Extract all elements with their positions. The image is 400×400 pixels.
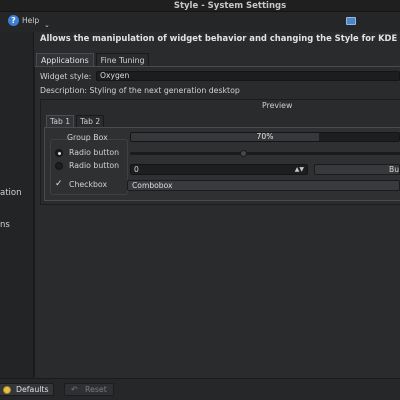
button-bar: [0, 378, 400, 400]
radio-button-2[interactable]: [55, 162, 63, 170]
widget-style-combobox[interactable]: Oxygen: [96, 71, 400, 81]
defaults-icon: [3, 386, 11, 394]
style-description: Description: Styling of the next generat…: [40, 86, 240, 95]
window-icon[interactable]: [346, 17, 356, 25]
page-header: Allows the manipulation of widget behavi…: [40, 33, 398, 43]
slider-groove[interactable]: [130, 152, 400, 155]
push-button-label: Bu: [389, 165, 400, 174]
radio-button-2-label: Radio button: [69, 161, 120, 170]
reset-label: Reset: [85, 385, 107, 394]
toolbar: [0, 12, 400, 32]
progress-bar: 70%: [130, 132, 400, 142]
sidebar-item-label[interactable]: ation: [0, 188, 22, 198]
spinbox-arrows-icon[interactable]: ▲▼: [295, 165, 304, 174]
preview-title: Preview: [262, 101, 293, 110]
defaults-button[interactable]: Defaults: [0, 383, 54, 396]
preview-combobox[interactable]: Combobox: [127, 180, 400, 191]
group-box-title: Group Box: [67, 133, 108, 142]
radio-button-1-label: Radio button: [69, 148, 120, 157]
tab-label: Tab 1: [50, 117, 71, 126]
preview-tab-1[interactable]: Tab 1: [46, 115, 75, 127]
spinbox[interactable]: 0 ▲▼: [130, 164, 308, 175]
sidebar-item-label[interactable]: ns: [0, 220, 10, 230]
checkbox[interactable]: ✓: [55, 179, 63, 189]
help-label: Help: [22, 15, 40, 25]
radio-button-1[interactable]: [55, 149, 63, 157]
tab-applications[interactable]: Applications: [36, 53, 94, 67]
tab-bar: Applications Fine Tuning: [36, 53, 151, 67]
window-title: Style - System Settings: [173, 1, 287, 11]
spinbox-value: 0: [134, 165, 139, 174]
widget-style-label: Widget style:: [40, 72, 92, 81]
defaults-label: Defaults: [16, 385, 49, 394]
progress-text: 70%: [256, 132, 274, 141]
checkbox-label: Checkbox: [69, 180, 108, 189]
tab-label: Tab 2: [80, 117, 101, 126]
chevron-down-icon[interactable]: ⌄: [44, 21, 50, 29]
undo-icon: ↶: [71, 385, 78, 394]
preview-combobox-value: Combobox: [132, 181, 173, 190]
sidebar: [0, 32, 34, 378]
widget-style-value: Oxygen: [100, 71, 130, 80]
tab-label: Fine Tuning: [100, 56, 145, 65]
help-icon: ?: [8, 14, 19, 26]
tab-fine-tuning[interactable]: Fine Tuning: [95, 53, 150, 67]
tab-label: Applications: [41, 56, 89, 65]
preview-tab-2[interactable]: Tab 2: [76, 115, 105, 127]
preview-tab-bar: Tab 1 Tab 2: [46, 115, 106, 127]
help-button[interactable]: ? Help: [8, 12, 39, 28]
push-button[interactable]: Bu: [314, 164, 400, 175]
reset-button[interactable]: ↶ Reset: [64, 383, 114, 396]
